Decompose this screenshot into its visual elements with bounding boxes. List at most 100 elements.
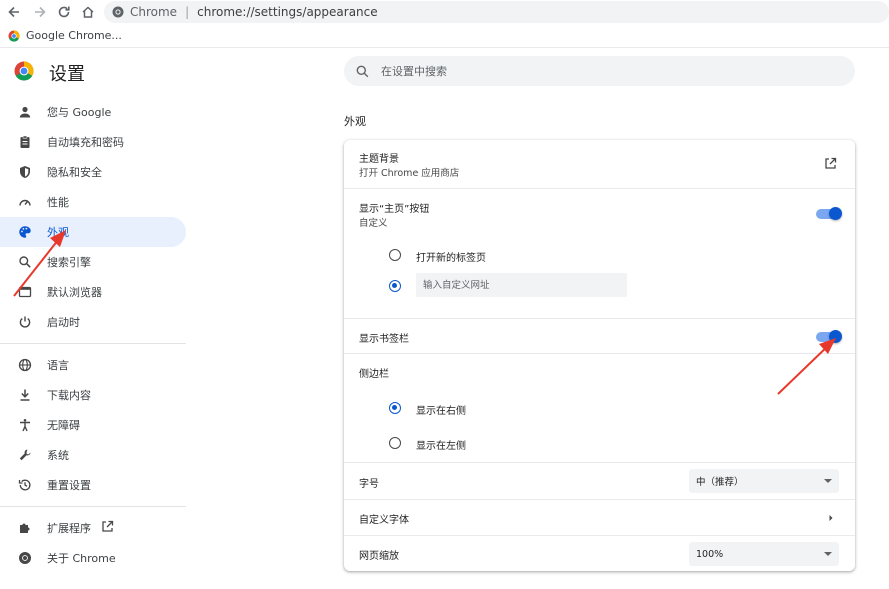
history-icon <box>16 476 34 494</box>
sidebar-item-label: 自动填充和密码 <box>47 136 124 149</box>
page-title: 设置 <box>49 64 85 85</box>
reload-icon <box>58 6 70 18</box>
font-size-title: 字号 <box>359 479 379 490</box>
home-button-toggle[interactable] <box>816 207 842 220</box>
sidebar-item-label: 重置设置 <box>47 479 91 492</box>
sidebar-item-system[interactable]: 系统 <box>0 440 186 470</box>
home-button[interactable] <box>78 2 98 22</box>
address-bar-separator: | <box>185 5 190 19</box>
sidebar-item-label: 隐私和安全 <box>47 166 102 179</box>
open-in-new-icon <box>101 520 114 536</box>
google-chrome-logo-icon <box>8 29 20 42</box>
chrome-icon <box>16 549 34 567</box>
radio-show-left-label: 显示在左侧 <box>416 441 466 452</box>
side-panel-row: 侧边栏 显示在右侧 显示在左侧 <box>344 353 855 462</box>
section-title: 外观 <box>344 115 366 128</box>
sidebar-item-privacy[interactable]: 隐私和安全 <box>0 157 186 187</box>
sidebar-item-label: 默认浏览器 <box>47 286 102 299</box>
radio-custom-url[interactable] <box>389 280 401 292</box>
reload-button[interactable] <box>54 2 74 22</box>
sidebar-item-label: 启动时 <box>47 316 80 329</box>
theme-title: 主题背景 <box>359 154 399 165</box>
sidebar-item-label: 您与 Google <box>47 106 112 119</box>
accessibility-icon <box>16 416 34 434</box>
sidebar-item-on-startup[interactable]: 启动时 <box>0 307 186 337</box>
sidebar-item-reset-settings[interactable]: 重置设置 <box>0 470 186 500</box>
radio-show-left[interactable] <box>389 437 401 449</box>
radio-new-tab[interactable] <box>389 249 401 261</box>
forward-button[interactable] <box>30 2 50 22</box>
sidebar-item-label: 语言 <box>47 359 69 372</box>
sidebar-item-search-engine[interactable]: 搜索引擎 <box>0 247 186 277</box>
home-button-title: 显示“主页”按钮 <box>359 204 430 215</box>
caret-down-icon <box>824 552 832 556</box>
address-bar[interactable]: Chrome | chrome://settings/appearance <box>104 1 889 23</box>
speedometer-icon <box>16 193 34 211</box>
search-icon <box>356 65 369 77</box>
sidebar-item-label: 外观 <box>47 226 69 239</box>
arrow-left-icon <box>8 6 19 18</box>
font-size-value: 中（推荐） <box>696 477 744 488</box>
sidebar-item-default-browser[interactable]: 默认浏览器 <box>0 277 186 307</box>
person-icon <box>16 103 34 121</box>
arrow-right-icon <box>35 6 46 18</box>
bookmark-google-chrome[interactable]: Google Chrome... <box>26 29 122 42</box>
chevron-right-icon <box>829 515 833 521</box>
back-button[interactable] <box>4 2 24 22</box>
page-zoom-title: 网页缩放 <box>359 551 399 562</box>
radio-show-right-label: 显示在右侧 <box>416 406 466 417</box>
appearance-card: 主题背景 打开 Chrome 应用商店 显示“主页”按钮 自定义 打开新的标签页… <box>344 140 855 571</box>
sidebar-item-autofill[interactable]: 自动填充和密码 <box>0 127 186 157</box>
clipboard-icon <box>16 133 34 151</box>
page-zoom-value: 100% <box>696 548 724 560</box>
settings-search[interactable] <box>344 56 855 86</box>
chrome-logo-icon <box>14 61 34 81</box>
radio-show-right[interactable] <box>389 402 401 414</box>
sidebar-item-label: 扩展程序 <box>47 522 91 535</box>
sidebar-item-languages[interactable]: 语言 <box>0 350 186 380</box>
custom-url-input[interactable] <box>416 273 627 297</box>
home-button-row: 显示“主页”按钮 自定义 打开新的标签页 <box>344 188 855 318</box>
bookmarks-bar-row[interactable]: 显示书签栏 <box>344 318 855 353</box>
globe-icon <box>16 356 34 374</box>
theme-row[interactable]: 主题背景 打开 Chrome 应用商店 <box>344 140 855 188</box>
bookmarks-bar-toggle[interactable] <box>816 330 842 343</box>
sidebar-divider <box>0 343 186 344</box>
radio-new-tab-label: 打开新的标签页 <box>416 253 486 264</box>
bookmarks-bar: Google Chrome... <box>0 24 889 48</box>
sidebar-item-label: 下载内容 <box>47 389 91 402</box>
browser-window-icon <box>16 283 34 301</box>
download-icon <box>16 386 34 404</box>
settings-sidebar: 您与 Google 自动填充和密码 隐私和安全 性能 外观 搜索引擎 默认浏览器… <box>0 97 186 573</box>
bookmarks-bar-title: 显示书签栏 <box>359 334 409 345</box>
open-in-new-icon[interactable] <box>824 157 837 170</box>
sidebar-item-extensions[interactable]: 扩展程序 <box>0 513 186 543</box>
sidebar-item-label: 系统 <box>47 449 69 462</box>
custom-fonts-title: 自定义字体 <box>359 515 409 526</box>
sidebar-item-about-chrome[interactable]: 关于 Chrome <box>0 543 186 573</box>
sidebar-item-you-and-google[interactable]: 您与 Google <box>0 97 186 127</box>
power-icon <box>16 313 34 331</box>
side-panel-title: 侧边栏 <box>359 369 389 380</box>
browser-toolbar: Chrome | chrome://settings/appearance <box>0 0 889 24</box>
puzzle-icon <box>16 519 34 537</box>
home-button-subtitle: 自定义 <box>359 218 388 229</box>
sidebar-item-performance[interactable]: 性能 <box>0 187 186 217</box>
font-size-select[interactable]: 中（推荐） <box>689 469 839 493</box>
sidebar-item-accessibility[interactable]: 无障碍 <box>0 410 186 440</box>
chrome-icon <box>112 6 124 18</box>
wrench-icon <box>16 446 34 464</box>
custom-fonts-row[interactable]: 自定义字体 <box>344 499 855 535</box>
search-input[interactable] <box>381 64 801 78</box>
page-zoom-row: 网页缩放 100% <box>344 535 855 571</box>
sidebar-item-label: 搜索引擎 <box>47 256 91 269</box>
sidebar-item-label: 关于 Chrome <box>47 552 116 565</box>
sidebar-item-appearance[interactable]: 外观 <box>0 217 186 247</box>
theme-subtitle: 打开 Chrome 应用商店 <box>359 168 460 179</box>
sidebar-item-downloads[interactable]: 下载内容 <box>0 380 186 410</box>
page-zoom-select[interactable]: 100% <box>689 542 839 566</box>
home-icon <box>82 6 94 18</box>
address-bar-url: chrome://settings/appearance <box>197 5 378 19</box>
search-icon <box>16 253 34 271</box>
palette-icon <box>16 223 34 241</box>
